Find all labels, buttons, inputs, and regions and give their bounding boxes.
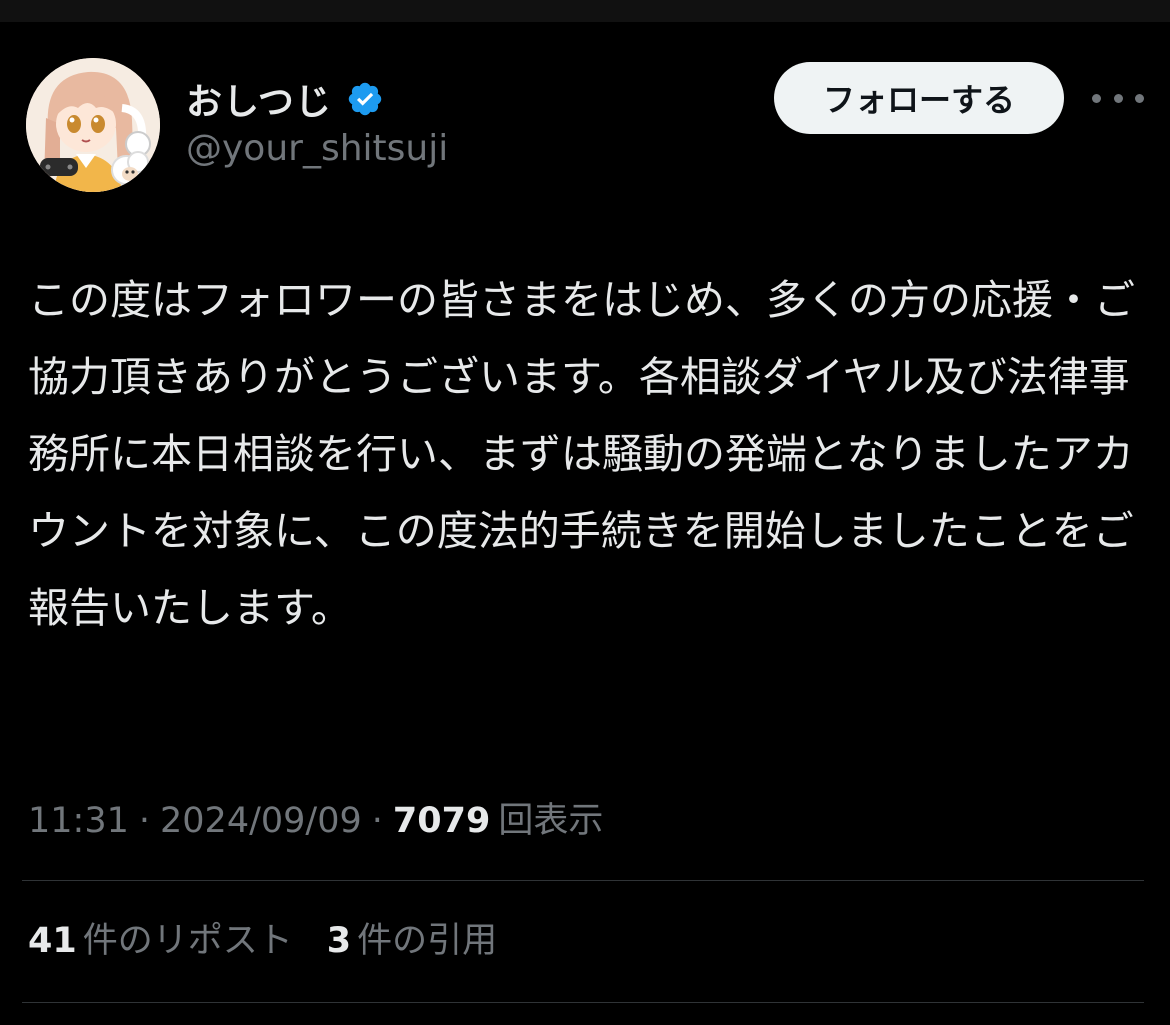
reposts-count: 41 xyxy=(28,921,77,961)
verified-badge-icon xyxy=(346,80,384,118)
meta-separator: · xyxy=(138,801,151,841)
tweet-text: この度はフォロワーの皆さまをはじめ、多くの方の応援・ご協力頂きありがとうございま… xyxy=(28,276,1135,632)
divider xyxy=(22,1002,1144,1003)
display-name[interactable]: おしつじ xyxy=(186,73,332,125)
tweet-stats: 41 件のリポスト 3 件の引用 xyxy=(28,912,497,963)
reposts-label: 件のリポスト xyxy=(82,921,293,961)
quotes-label: 件の引用 xyxy=(357,921,498,961)
tweet-meta: 11:31 · 2024/09/09 · 7079 回表示 xyxy=(28,792,603,843)
follow-button[interactable]: フォローする xyxy=(774,62,1064,134)
quotes-stat[interactable]: 3 件の引用 xyxy=(327,912,497,963)
reposts-stat[interactable]: 41 件のリポスト xyxy=(28,912,293,963)
divider xyxy=(22,880,1144,881)
handle[interactable]: @your_shitsuji xyxy=(186,128,448,169)
views-count[interactable]: 7079 xyxy=(393,801,490,841)
more-dot xyxy=(1113,93,1123,103)
more-options-icon[interactable] xyxy=(1092,78,1144,118)
views-label[interactable]: 回表示 xyxy=(498,792,603,843)
anime-character-avatar-icon xyxy=(26,58,160,192)
status-bar-strip xyxy=(0,0,1170,22)
tweet-date[interactable]: 2024/09/09 xyxy=(160,801,362,841)
tweet-time[interactable]: 11:31 xyxy=(28,801,129,841)
tweet-header: おしつじ @your_shitsuji フォローする xyxy=(26,56,1144,196)
more-dot xyxy=(1135,93,1144,103)
author-info: おしつじ @your_shitsuji xyxy=(186,74,448,169)
quotes-count: 3 xyxy=(326,921,352,961)
avatar[interactable] xyxy=(26,58,160,192)
display-name-row: おしつじ xyxy=(186,74,448,124)
meta-separator: · xyxy=(371,801,383,841)
more-dot xyxy=(1092,93,1101,103)
